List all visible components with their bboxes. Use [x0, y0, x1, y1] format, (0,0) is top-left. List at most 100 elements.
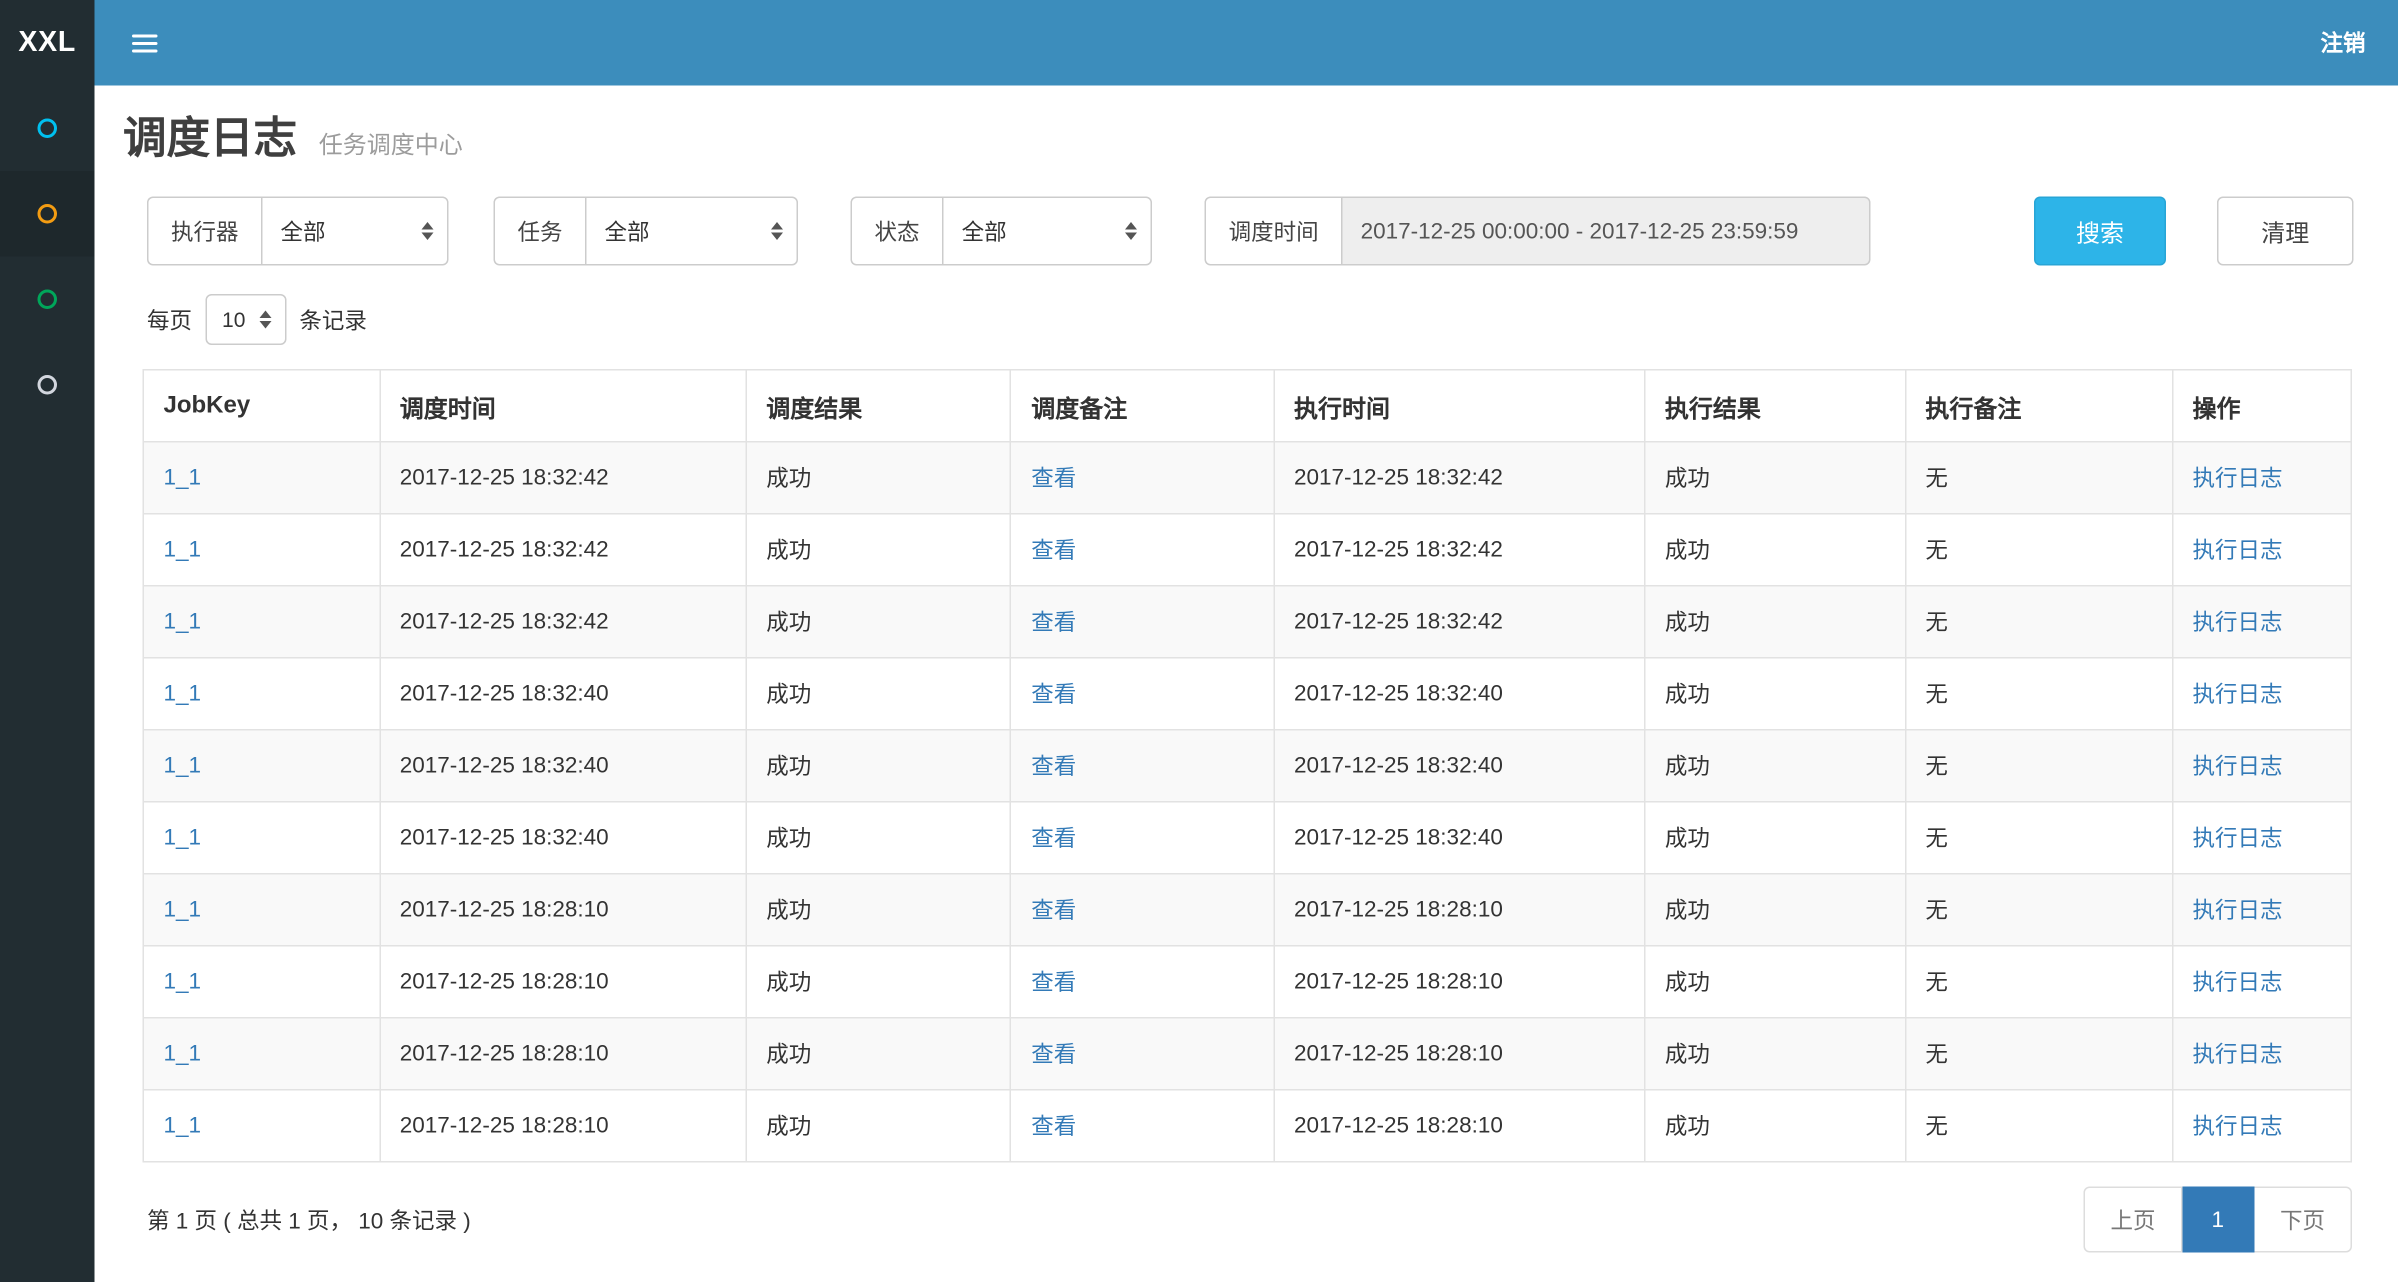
- exec-log-link[interactable]: 执行日志: [2193, 1115, 2283, 1141]
- sidebar-menu-item-2[interactable]: [0, 171, 95, 257]
- exec-log-link[interactable]: 执行日志: [2193, 827, 2283, 853]
- jobkey-link[interactable]: 1_1: [164, 1113, 202, 1139]
- trigger-msg-cell: 查看: [1011, 730, 1274, 802]
- status-filter-group: 状态 全部: [851, 197, 1153, 266]
- view-trigger-msg-link[interactable]: 查看: [1031, 755, 1076, 781]
- jobkey-cell: 1_1: [143, 514, 379, 586]
- exec-log-link[interactable]: 执行日志: [2193, 755, 2283, 781]
- status-filter-select[interactable]: 全部: [942, 197, 1152, 266]
- pagination-summary: 第 1 页 ( 总共 1 页， 10 条记录 ): [147, 1204, 471, 1236]
- circle-icon: [38, 204, 58, 224]
- view-trigger-msg-link[interactable]: 查看: [1031, 971, 1076, 997]
- jobkey-link[interactable]: 1_1: [164, 609, 202, 635]
- handle-result-cell: 成功: [1645, 730, 1906, 802]
- trigger-result-cell: 成功: [746, 1018, 1011, 1090]
- handle-time-cell: 2017-12-25 18:32:42: [1274, 514, 1645, 586]
- log-table-row: 1_1 2017-12-25 18:28:10 成功 查看 2017-12-25…: [143, 1018, 2351, 1090]
- log-table-row: 1_1 2017-12-25 18:32:42 成功 查看 2017-12-25…: [143, 514, 2351, 586]
- handle-time-cell: 2017-12-25 18:28:10: [1274, 874, 1645, 946]
- search-button[interactable]: 搜索: [2034, 197, 2166, 266]
- sidebar-toggle-button[interactable]: [120, 22, 170, 64]
- sidebar-menu-item-1[interactable]: [0, 86, 95, 172]
- app-logo[interactable]: XXL: [0, 0, 95, 86]
- handle-result-cell: 成功: [1645, 514, 1906, 586]
- job-filter-label: 任务: [494, 197, 586, 266]
- view-trigger-msg-link[interactable]: 查看: [1031, 467, 1076, 493]
- col-header-handle-msg: 执行备注: [1905, 370, 2172, 442]
- content-area: 调度日志 任务调度中心 执行器 全部 任务 全部 状态: [95, 86, 2398, 1282]
- page-size-suffix-label: 条记录: [299, 304, 367, 336]
- view-trigger-msg-link[interactable]: 查看: [1031, 1043, 1076, 1069]
- job-filter-select[interactable]: 全部: [585, 197, 798, 266]
- trigger-time-range-input[interactable]: 2017-12-25 00:00:00 - 2017-12-25 23:59:5…: [1341, 197, 1871, 266]
- exec-log-link[interactable]: 执行日志: [2193, 467, 2283, 493]
- jobkey-link[interactable]: 1_1: [164, 537, 202, 563]
- trigger-time-cell: 2017-12-25 18:32:40: [380, 802, 747, 874]
- jobkey-link[interactable]: 1_1: [164, 825, 202, 851]
- action-cell: 执行日志: [2172, 1018, 2351, 1090]
- log-table-row: 1_1 2017-12-25 18:28:10 成功 查看 2017-12-25…: [143, 874, 2351, 946]
- trigger-result-cell: 成功: [746, 586, 1011, 658]
- jobkey-cell: 1_1: [143, 658, 379, 730]
- view-trigger-msg-link[interactable]: 查看: [1031, 683, 1076, 709]
- executor-filter-label: 执行器: [147, 197, 261, 266]
- trigger-msg-cell: 查看: [1011, 658, 1274, 730]
- page-size-select[interactable]: 10: [206, 294, 286, 345]
- col-header-trigger-time: 调度时间: [380, 370, 747, 442]
- hamburger-icon: [132, 34, 158, 52]
- jobkey-link[interactable]: 1_1: [164, 753, 202, 779]
- jobkey-link[interactable]: 1_1: [164, 465, 202, 491]
- trigger-msg-cell: 查看: [1011, 442, 1274, 514]
- trigger-time-filter-label: 调度时间: [1205, 197, 1342, 266]
- handle-msg-cell: 无: [1905, 802, 2172, 874]
- prev-page-button[interactable]: 上页: [2083, 1187, 2182, 1253]
- jobkey-link[interactable]: 1_1: [164, 897, 202, 923]
- exec-log-link[interactable]: 执行日志: [2193, 971, 2283, 997]
- sidebar-menu-item-4[interactable]: [0, 342, 95, 428]
- current-page-button[interactable]: 1: [2182, 1187, 2254, 1253]
- exec-log-link[interactable]: 执行日志: [2193, 1043, 2283, 1069]
- view-trigger-msg-link[interactable]: 查看: [1031, 1115, 1076, 1141]
- log-table-row: 1_1 2017-12-25 18:32:40 成功 查看 2017-12-25…: [143, 802, 2351, 874]
- page-size-row: 每页 10 条记录: [147, 294, 2354, 345]
- exec-log-link[interactable]: 执行日志: [2193, 539, 2283, 565]
- handle-result-cell: 成功: [1645, 658, 1906, 730]
- view-trigger-msg-link[interactable]: 查看: [1031, 827, 1076, 853]
- handle-msg-cell: 无: [1905, 730, 2172, 802]
- action-cell: 执行日志: [2172, 442, 2351, 514]
- select-arrows-icon: [259, 311, 271, 329]
- trigger-time-filter-group: 调度时间 2017-12-25 00:00:00 - 2017-12-25 23…: [1205, 197, 1871, 266]
- view-trigger-msg-link[interactable]: 查看: [1031, 539, 1076, 565]
- table-footer: 第 1 页 ( 总共 1 页， 10 条记录 ) 上页 1 下页: [147, 1187, 2352, 1253]
- page-size-prefix-label: 每页: [147, 304, 192, 336]
- page-header: 调度日志 任务调度中心: [95, 86, 2398, 167]
- trigger-msg-cell: 查看: [1011, 802, 1274, 874]
- logout-link[interactable]: 注销: [2320, 27, 2365, 59]
- action-cell: 执行日志: [2172, 514, 2351, 586]
- jobkey-link[interactable]: 1_1: [164, 681, 202, 707]
- trigger-result-cell: 成功: [746, 442, 1011, 514]
- view-trigger-msg-link[interactable]: 查看: [1031, 611, 1076, 637]
- trigger-result-cell: 成功: [746, 802, 1011, 874]
- jobkey-cell: 1_1: [143, 1090, 379, 1162]
- page-title: 调度日志: [123, 116, 297, 164]
- sidebar-nav: [0, 86, 95, 1282]
- handle-time-cell: 2017-12-25 18:32:40: [1274, 802, 1645, 874]
- handle-msg-cell: 无: [1905, 514, 2172, 586]
- jobkey-link[interactable]: 1_1: [164, 1041, 202, 1067]
- exec-log-link[interactable]: 执行日志: [2193, 683, 2283, 709]
- executor-filter-select[interactable]: 全部: [261, 197, 449, 266]
- circle-icon: [38, 375, 58, 395]
- exec-log-link[interactable]: 执行日志: [2193, 611, 2283, 637]
- exec-log-link[interactable]: 执行日志: [2193, 899, 2283, 925]
- table-header: JobKey 调度时间 调度结果 调度备注 执行时间 执行结果 执行备注 操作: [143, 370, 2351, 442]
- clear-button[interactable]: 清理: [2217, 197, 2354, 266]
- handle-result-cell: 成功: [1645, 946, 1906, 1018]
- jobkey-link[interactable]: 1_1: [164, 969, 202, 995]
- sidebar-menu-item-3[interactable]: [0, 257, 95, 343]
- next-page-button[interactable]: 下页: [2254, 1187, 2352, 1253]
- view-trigger-msg-link[interactable]: 查看: [1031, 899, 1076, 925]
- select-arrows-icon: [422, 222, 434, 240]
- log-table-body: 1_1 2017-12-25 18:32:42 成功 查看 2017-12-25…: [143, 442, 2351, 1162]
- pagination: 上页 1 下页: [2083, 1187, 2352, 1253]
